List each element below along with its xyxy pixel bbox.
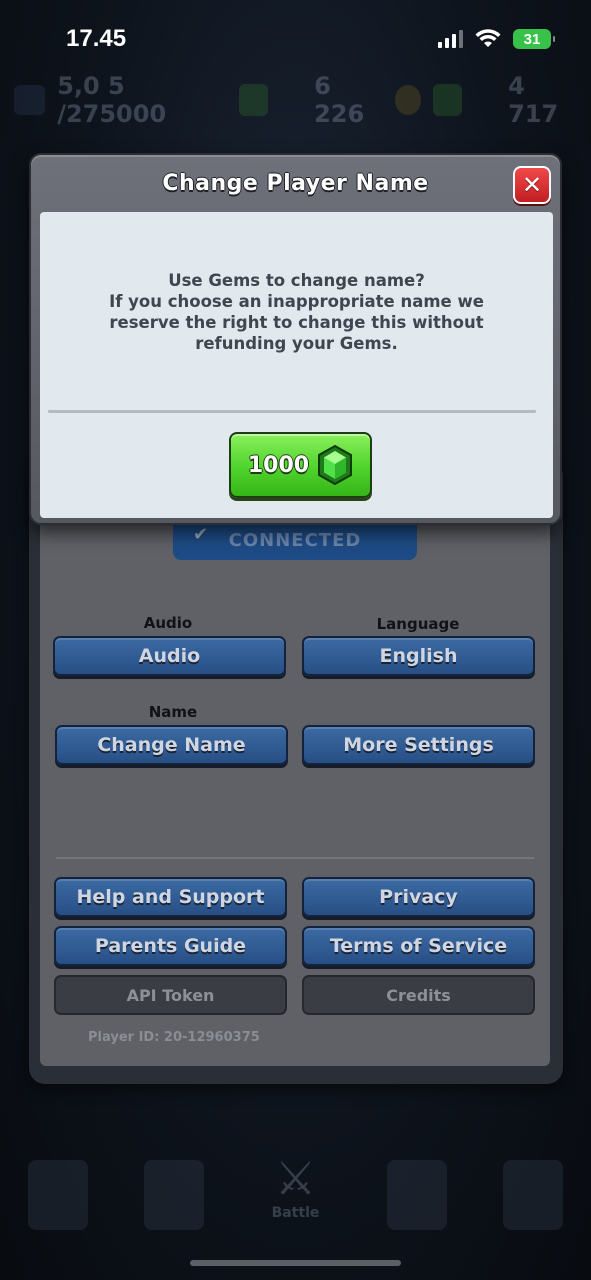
home-indicator [190, 1260, 401, 1266]
swords-icon: ⚔ [274, 1151, 317, 1205]
terms-of-service-button[interactable]: Terms of Service [302, 926, 535, 966]
modal-message-line: If you choose an inappropriate name we [109, 292, 484, 311]
modal-title: Change Player Name [162, 171, 429, 196]
language-button[interactable]: English [302, 636, 535, 676]
connected-label: CONNECTED [228, 529, 362, 551]
gem-icon [318, 445, 353, 485]
nav-events [502, 1160, 563, 1230]
gem-purchase-button[interactable]: 1000 [229, 432, 372, 498]
name-section-label: Name [148, 703, 198, 721]
signal-icon [438, 30, 463, 48]
gem-cost: 1000 [247, 452, 310, 478]
check-icon: ✔ [193, 524, 210, 545]
credits-button[interactable]: Credits [302, 975, 535, 1015]
battery-level: 31 [523, 30, 541, 48]
player-id: Player ID: 20-12960375 [88, 1030, 260, 1045]
help-support-button[interactable]: Help and Support [54, 877, 287, 917]
change-name-button[interactable]: Change Name [55, 725, 288, 765]
modal-message-line: reserve the right to change this without [109, 313, 484, 332]
parents-guide-button[interactable]: Parents Guide [54, 926, 287, 966]
wifi-icon [475, 29, 501, 47]
resource-strip: 5,0 5 /275000 6 226 4 717 [0, 72, 591, 128]
audio-button[interactable]: Audio [53, 636, 286, 676]
audio-section-label: Audio [143, 614, 193, 632]
modal-body: Use Gems to change name? If you choose a… [40, 212, 553, 518]
api-token-button[interactable]: API Token [54, 975, 287, 1015]
change-name-modal: Change Player Name ✕ Use Gems to change … [29, 153, 562, 525]
nav-shop [28, 1160, 89, 1230]
modal-divider [48, 410, 536, 413]
language-section-label: Language [376, 615, 460, 633]
battle-label: Battle [271, 1205, 320, 1221]
settings-divider [56, 857, 534, 859]
close-icon: ✕ [521, 171, 543, 199]
connected-button[interactable]: ✔ CONNECTED [173, 520, 417, 560]
resource-value-2: 6 226 [314, 72, 365, 128]
modal-message-line: Use Gems to change name? [168, 271, 425, 290]
resource-value-3: 4 717 [508, 72, 559, 128]
status-icons: 31 [438, 29, 555, 49]
nav-cards [144, 1160, 205, 1230]
privacy-button[interactable]: Privacy [302, 877, 535, 917]
bottom-nav: ⚔ Battle [0, 1140, 591, 1250]
battery-icon: 31 [513, 29, 555, 49]
resource-value-1: 5,0 5 /275000 [57, 72, 167, 128]
status-time: 17.45 [66, 25, 127, 52]
nav-battle: ⚔ Battle [260, 1155, 330, 1235]
close-button[interactable]: ✕ [513, 166, 551, 204]
more-settings-button[interactable]: More Settings [302, 725, 535, 765]
status-bar: 17.45 31 [0, 0, 591, 78]
nav-clan [386, 1160, 447, 1230]
modal-message: Use Gems to change name? If you choose a… [60, 270, 533, 354]
modal-message-line: refunding your Gems. [195, 334, 398, 353]
